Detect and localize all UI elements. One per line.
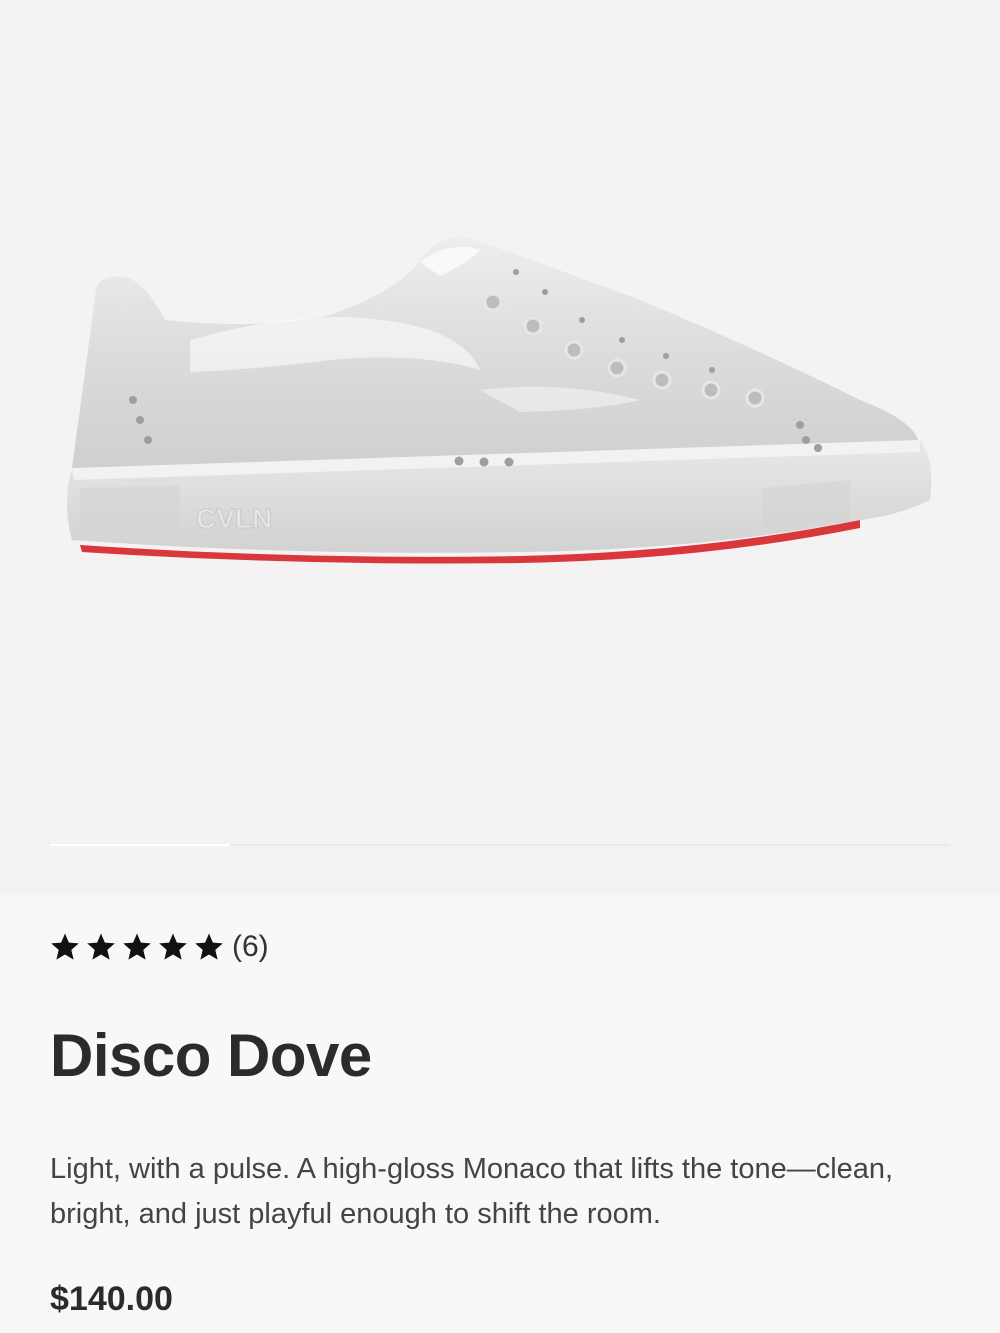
star-icon [50,932,80,962]
product-description: Light, with a pulse. A high-gloss Monaco… [50,1153,894,1230]
product-rating[interactable]: (6) [50,927,269,967]
star-icon [122,932,152,962]
gallery-progress-fill [50,844,230,846]
gallery-progress-bar [50,844,950,846]
star-icon [194,932,224,962]
product-image[interactable]: CVLN [0,0,1000,895]
star-icon [86,932,116,962]
product-page: CVLN (6) Disco Dove Light, with a pulse.… [0,0,1000,1333]
product-info: (6) Disco Dove Light, with a pulse. A hi… [0,895,1000,1333]
product-title: Disco Dove [50,1022,372,1089]
rating-stars [50,932,230,962]
product-price: $140.00 [50,1280,173,1318]
star-icon [158,932,188,962]
sole-logo: CVLN [196,503,272,534]
review-count[interactable]: (6) [232,930,269,964]
product-image-gallery[interactable]: CVLN [0,0,1000,895]
